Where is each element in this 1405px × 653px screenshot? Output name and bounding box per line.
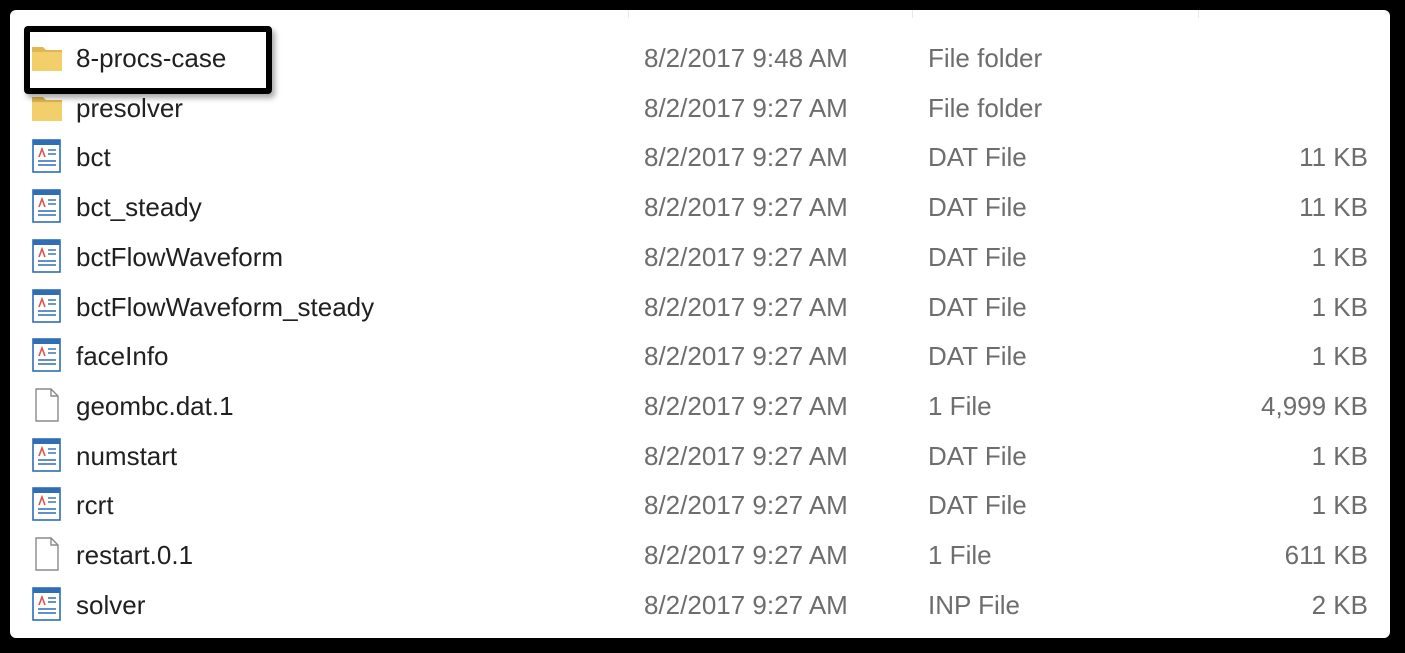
file-size: 11 KB bbox=[1299, 192, 1368, 223]
file-date-modified: 8/2/2017 9:27 AM bbox=[644, 589, 848, 620]
file-name: rcrt bbox=[76, 490, 114, 521]
file-name: numstart bbox=[76, 440, 178, 471]
file-row[interactable]: bct 8/2/2017 9:27 AM DAT File 11 KB bbox=[10, 130, 1390, 180]
dat-file-icon bbox=[30, 437, 64, 473]
file-row[interactable]: faceInfo 8/2/2017 9:27 AM DAT File 1 KB bbox=[10, 329, 1390, 379]
file-size: 1 KB bbox=[1311, 341, 1368, 372]
file-date-modified: 8/2/2017 9:27 AM bbox=[644, 92, 848, 123]
file-type: INP File bbox=[928, 589, 1020, 620]
file-row[interactable]: restart.0.1 8/2/2017 9:27 AM 1 File 611 KB bbox=[10, 528, 1390, 578]
dat-file-icon bbox=[30, 238, 64, 274]
file-size: 2 KB bbox=[1311, 589, 1368, 620]
file-size: 1 KB bbox=[1311, 440, 1368, 471]
file-type: DAT File bbox=[928, 291, 1027, 322]
file-type: 1 File bbox=[928, 390, 992, 421]
file-row[interactable]: solver 8/2/2017 9:27 AM INP File 2 KB bbox=[10, 578, 1390, 628]
dat-file-icon bbox=[30, 288, 64, 324]
file-row[interactable]: geombc.dat.1 8/2/2017 9:27 AM 1 File 4,999 … bbox=[10, 379, 1390, 429]
column-divider bbox=[628, 10, 629, 18]
file-date-modified: 8/2/2017 9:48 AM bbox=[644, 43, 848, 73]
column-divider bbox=[912, 10, 913, 18]
file-row[interactable]: bctFlowWaveform 8/2/2017 9:27 AM DAT File 1… bbox=[10, 230, 1390, 280]
file-name: bct bbox=[76, 142, 111, 173]
file-name: bct_steady bbox=[76, 192, 202, 223]
file-name: presolver bbox=[76, 92, 183, 123]
file-row[interactable]: bctFlowWaveform_steady 8/2/2017 9:27 AM DA… bbox=[10, 280, 1390, 330]
file-name: faceInfo bbox=[76, 341, 169, 372]
file-row[interactable]: 8-procs-case 8/2/2017 9:48 AM File folder bbox=[10, 31, 1390, 81]
file-name: bctFlowWaveform_steady bbox=[76, 291, 375, 322]
file-date-modified: 8/2/2017 9:27 AM bbox=[644, 341, 848, 372]
file-type: DAT File bbox=[928, 490, 1027, 521]
file-date-modified: 8/2/2017 9:27 AM bbox=[644, 490, 848, 521]
folder-icon bbox=[30, 89, 64, 125]
file-type: DAT File bbox=[928, 440, 1027, 471]
file-name: restart.0.1 bbox=[76, 540, 194, 570]
file-date-modified: 8/2/2017 9:27 AM bbox=[644, 291, 848, 322]
dat-file-icon bbox=[30, 188, 64, 224]
file-type: File folder bbox=[928, 43, 1043, 73]
file-size: 1 KB bbox=[1311, 291, 1368, 322]
dat-file-icon bbox=[30, 337, 64, 373]
file-name: bctFlowWaveform bbox=[76, 241, 284, 272]
folder-icon bbox=[30, 39, 64, 75]
dat-file-icon bbox=[30, 138, 64, 174]
file-name: solver bbox=[76, 589, 146, 620]
file-row[interactable]: bct_steady 8/2/2017 9:27 AM DAT File 11 KB bbox=[10, 180, 1390, 230]
file-type: 1 File bbox=[928, 540, 992, 570]
file-date-modified: 8/2/2017 9:27 AM bbox=[644, 540, 848, 570]
file-size: 611 KB bbox=[1284, 540, 1368, 570]
blank-file-icon bbox=[30, 536, 64, 572]
file-date-modified: 8/2/2017 9:27 AM bbox=[644, 192, 848, 223]
file-name: geombc.dat.1 bbox=[76, 390, 234, 421]
inp-file-icon bbox=[30, 586, 64, 622]
column-divider bbox=[1198, 10, 1199, 18]
file-type: DAT File bbox=[928, 241, 1027, 272]
file-explorer-window: 8-procs-case 8/2/2017 9:48 AM File folder … bbox=[10, 10, 1390, 638]
file-type: File folder bbox=[928, 92, 1043, 123]
file-size: 11 KB bbox=[1299, 142, 1368, 173]
file-row[interactable]: numstart 8/2/2017 9:27 AM DAT File 1 KB bbox=[10, 429, 1390, 479]
dat-file-icon bbox=[30, 486, 64, 522]
file-date-modified: 8/2/2017 9:27 AM bbox=[644, 142, 848, 173]
file-size: 4,999 KB bbox=[1261, 390, 1368, 421]
file-type: DAT File bbox=[928, 341, 1027, 372]
file-date-modified: 8/2/2017 9:27 AM bbox=[644, 440, 848, 471]
blank-file-icon bbox=[30, 387, 64, 423]
file-size: 1 KB bbox=[1311, 241, 1368, 272]
file-type: DAT File bbox=[928, 192, 1027, 223]
file-row[interactable]: rcrt 8/2/2017 9:27 AM DAT File 1 KB bbox=[10, 478, 1390, 528]
file-type: DAT File bbox=[928, 142, 1027, 173]
file-name: 8-procs-case bbox=[76, 43, 227, 73]
file-size: 1 KB bbox=[1311, 490, 1368, 521]
file-date-modified: 8/2/2017 9:27 AM bbox=[644, 241, 848, 272]
file-row[interactable]: presolver 8/2/2017 9:27 AM File folder bbox=[10, 81, 1390, 131]
file-date-modified: 8/2/2017 9:27 AM bbox=[644, 390, 848, 421]
